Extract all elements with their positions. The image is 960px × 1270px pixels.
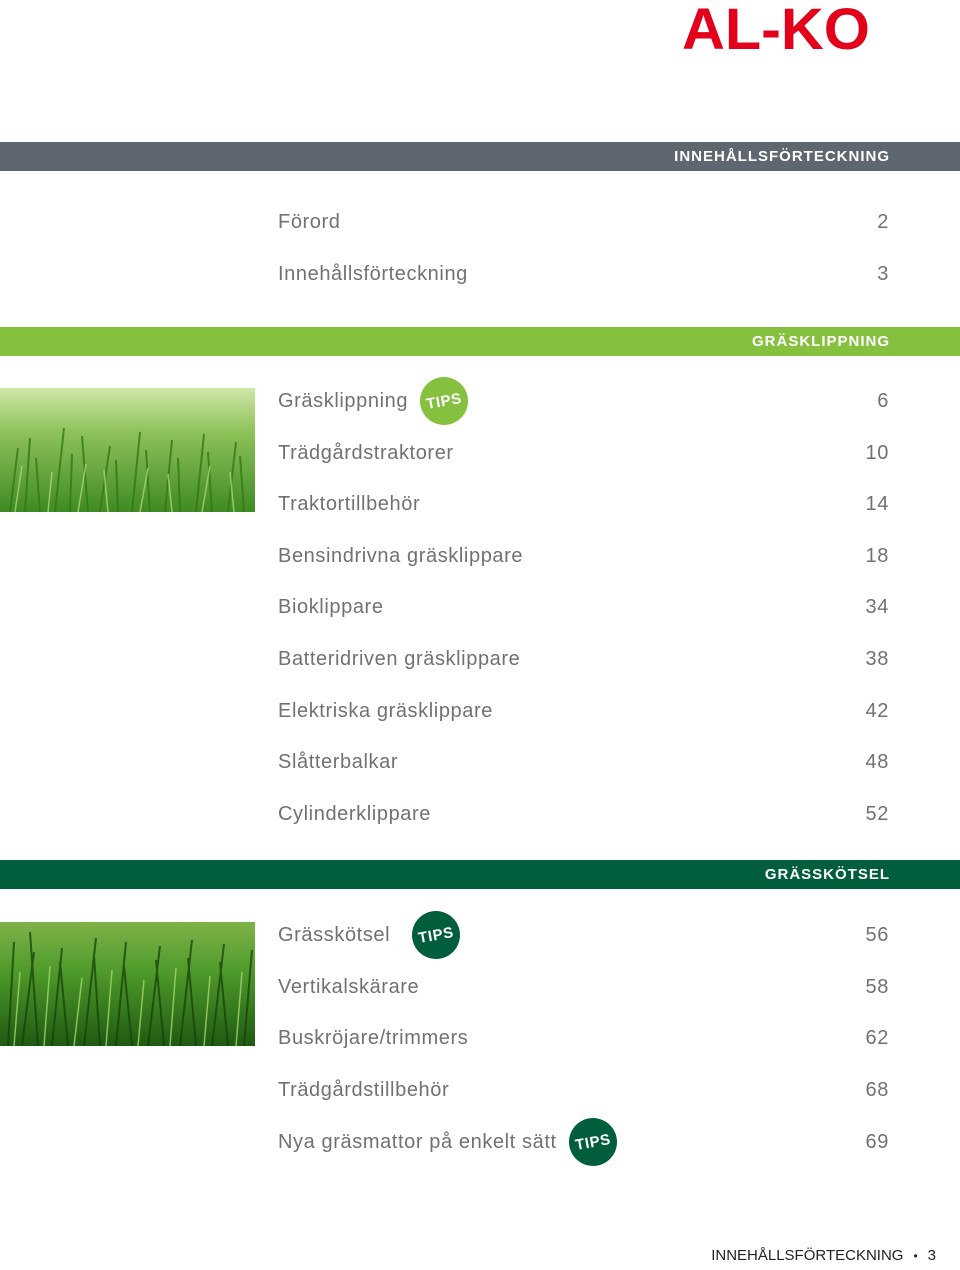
toc-entry[interactable]: Vertikalskärare 58 xyxy=(278,972,889,1002)
toc-entry-page: 69 xyxy=(865,1130,889,1153)
toc-entry[interactable]: Elektriska gräsklippare 42 xyxy=(278,696,889,726)
toc-entry-page: 56 xyxy=(865,923,889,946)
toc-entry-label: Nya gräsmattor på enkelt sätt xyxy=(278,1130,557,1153)
toc-entry-label: Cylinderklippare xyxy=(278,802,431,825)
section-title: INNEHÅLLSFÖRTECKNING xyxy=(674,148,890,165)
tips-badge: TIPS xyxy=(564,1114,621,1170)
toc-entry-label: Förord xyxy=(278,210,341,233)
toc-entry[interactable]: Gräsklippning TIPS 6 xyxy=(278,373,889,429)
toc-entry[interactable]: Batteridriven gräsklippare 38 xyxy=(278,644,889,674)
footer-label: INNEHÅLLSFÖRTECKNING xyxy=(711,1247,904,1264)
toc-entry-page: 58 xyxy=(865,975,889,998)
alko-logo: AL-KO xyxy=(682,0,870,62)
tips-badge: TIPS xyxy=(408,907,464,963)
section-header-intro: INNEHÅLLSFÖRTECKNING xyxy=(0,142,960,171)
toc-entry-page: 42 xyxy=(865,699,889,722)
page-footer: INNEHÅLLSFÖRTECKNING • 3 xyxy=(711,1247,936,1264)
toc-entry-label: Elektriska gräsklippare xyxy=(278,699,493,722)
toc-entry[interactable]: Grässkötsel TIPS 56 xyxy=(278,907,889,963)
section-header-care: GRÄSSKÖTSEL xyxy=(0,860,960,889)
toc-entry[interactable]: Slåtterbalkar 48 xyxy=(278,747,889,777)
toc-entry-page: 52 xyxy=(865,802,889,825)
toc-entry-label: Traktortillbehör xyxy=(278,492,421,515)
toc-entry-page: 34 xyxy=(865,595,889,618)
toc-entry-label: Bensindrivna gräsklippare xyxy=(278,544,524,567)
grass-photo xyxy=(0,922,255,1046)
footer-separator: • xyxy=(913,1248,918,1263)
toc-entry-label: Slåtterbalkar xyxy=(278,750,399,773)
toc-entry[interactable]: Trädgårdstillbehör 68 xyxy=(278,1075,889,1105)
toc-entry-page: 3 xyxy=(877,262,889,285)
toc-entry[interactable]: Trädgårdstraktorer 10 xyxy=(278,438,889,468)
toc-entry-label: Grässkötsel xyxy=(278,923,391,946)
toc-entry[interactable]: Förord 2 xyxy=(278,207,889,237)
toc-entry-label: Trädgårdstraktorer xyxy=(278,441,454,464)
toc-entry-page: 38 xyxy=(865,647,889,670)
toc-entry[interactable]: Innehållsförteckning 3 xyxy=(278,259,889,289)
toc-entry[interactable]: Traktortillbehör 14 xyxy=(278,489,889,519)
toc-entry[interactable]: Nya gräsmattor på enkelt sätt TIPS 69 xyxy=(278,1114,889,1170)
toc-entry-page: 6 xyxy=(877,389,889,412)
toc-entry-label: Bioklippare xyxy=(278,595,384,618)
toc-entry[interactable]: Bensindrivna gräsklippare 18 xyxy=(278,541,889,571)
grass-photo xyxy=(0,388,255,512)
toc-entry-page: 48 xyxy=(865,750,889,773)
toc-entry-page: 62 xyxy=(865,1026,889,1049)
toc-entry[interactable]: Bioklippare 34 xyxy=(278,592,889,622)
logo-wordmark: AL-KO xyxy=(682,4,870,52)
toc-entry-label: Buskröjare/trimmers xyxy=(278,1026,469,1049)
tips-badge: TIPS xyxy=(416,373,472,429)
toc-entry-page: 68 xyxy=(865,1078,889,1101)
section-title: GRÄSSKÖTSEL xyxy=(764,866,890,883)
section-header-clipping: GRÄSKLIPPNING xyxy=(0,327,960,356)
page-number: 3 xyxy=(927,1247,936,1264)
toc-entry-label: Batteridriven gräsklippare xyxy=(278,647,521,670)
toc-entry-label: Innehållsförteckning xyxy=(278,262,468,285)
toc-entry-page: 14 xyxy=(865,492,889,515)
toc-entry-page: 18 xyxy=(865,544,889,567)
toc-entry-page: 10 xyxy=(865,441,889,464)
toc-entry[interactable]: Cylinderklippare 52 xyxy=(278,799,889,829)
toc-entry[interactable]: Buskröjare/trimmers 62 xyxy=(278,1023,889,1053)
toc-entry-label: Trädgårdstillbehör xyxy=(278,1078,450,1101)
section-title: GRÄSKLIPPNING xyxy=(751,333,890,350)
toc-entry-label: Vertikalskärare xyxy=(278,975,420,998)
toc-entry-label: Gräsklippning xyxy=(278,389,409,412)
toc-entry-page: 2 xyxy=(877,210,889,233)
